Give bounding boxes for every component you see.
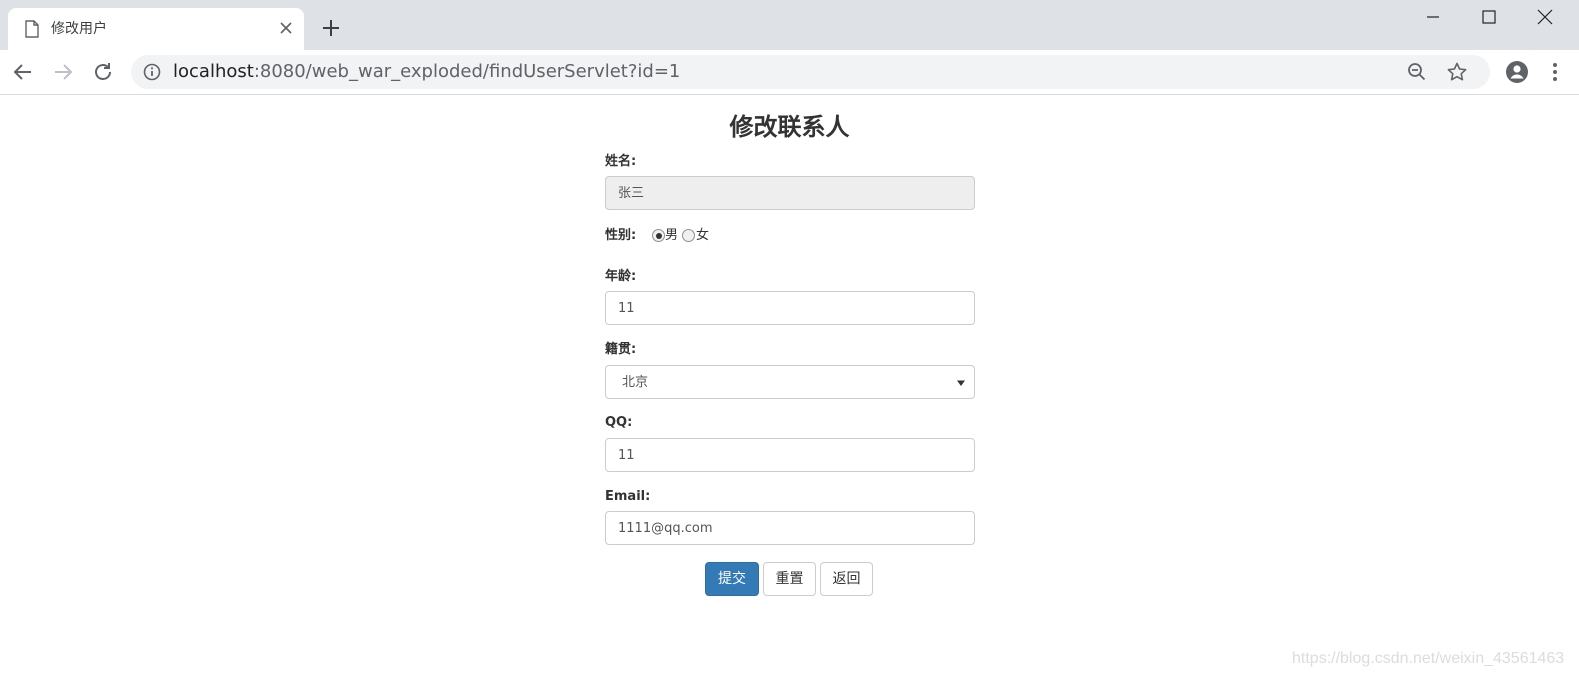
chevron-down-icon (957, 380, 965, 386)
gender-male-label: 男 (665, 228, 679, 243)
email-value: 1111@qq.com (618, 521, 713, 536)
browser-tab[interactable]: 修改用户 (8, 8, 304, 50)
tab-strip: 修改用户 (0, 0, 1579, 50)
address-bar[interactable]: localhost:8080/web_war_exploded/findUser… (131, 55, 1490, 89)
address-value: 北京 (622, 375, 649, 390)
qq-value: 11 (618, 448, 635, 463)
gender-label: 性别: (605, 228, 637, 243)
more-vertical-icon[interactable] (1548, 60, 1562, 84)
email-input[interactable]: 1111@qq.com (605, 511, 975, 545)
info-icon[interactable] (143, 63, 161, 81)
qq-input[interactable]: 11 (605, 438, 975, 472)
minimize-icon[interactable] (1423, 7, 1443, 27)
url-text[interactable]: localhost:8080/web_war_exploded/findUser… (173, 61, 680, 83)
account-icon[interactable] (1505, 60, 1529, 84)
plus-icon[interactable] (320, 17, 342, 39)
close-icon[interactable] (276, 18, 296, 38)
reload-icon[interactable] (92, 61, 114, 83)
gender-male-radio[interactable] (652, 229, 665, 242)
qq-label: QQ: (605, 415, 633, 430)
window-close-icon[interactable] (1535, 7, 1555, 27)
name-label: 姓名: (605, 154, 637, 169)
zoom-out-icon[interactable] (1406, 61, 1428, 83)
page-title: 修改联系人 (729, 113, 850, 141)
star-icon[interactable] (1446, 61, 1468, 83)
url-host: localhost (173, 61, 254, 82)
name-input[interactable]: 张三 (605, 176, 975, 210)
age-value: 11 (618, 301, 635, 316)
gender-female-label: 女 (696, 228, 710, 243)
age-label: 年龄: (605, 269, 637, 284)
watermark: https://blog.csdn.net/weixin_43561463 (1292, 650, 1565, 667)
reset-button[interactable]: 重置 (763, 562, 816, 596)
file-icon (25, 20, 39, 38)
address-select[interactable]: 北京 (605, 365, 975, 399)
name-value: 张三 (618, 186, 645, 201)
forward-arrow-icon[interactable] (52, 61, 74, 83)
tab-title: 修改用户 (51, 21, 107, 37)
submit-button[interactable]: 提交 (705, 562, 759, 596)
back-arrow-icon[interactable] (12, 61, 34, 83)
email-label: Email: (605, 489, 651, 504)
url-path: :8080/web_war_exploded/findUserServlet?i… (253, 61, 681, 82)
age-input[interactable]: 11 (605, 291, 975, 325)
back-button[interactable]: 返回 (820, 562, 873, 596)
browser-toolbar: localhost:8080/web_war_exploded/findUser… (0, 50, 1579, 95)
gender-female-radio[interactable] (682, 229, 695, 242)
address-label: 籍贯: (605, 342, 637, 357)
maximize-icon[interactable] (1479, 7, 1499, 27)
